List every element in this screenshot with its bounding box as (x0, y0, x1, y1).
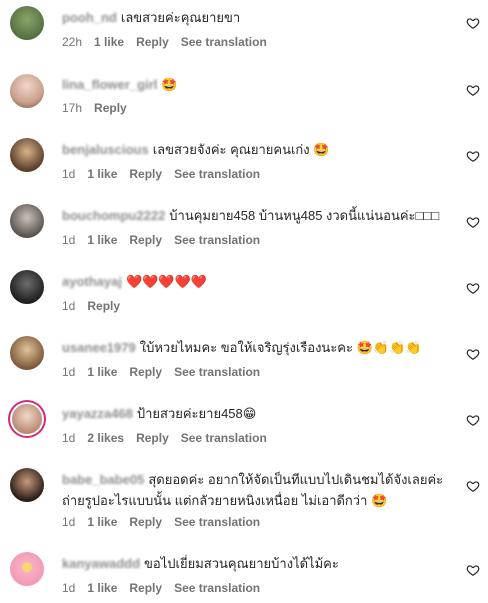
see-translation-link[interactable]: See translation (174, 233, 260, 247)
username[interactable]: benjaluscious (62, 142, 149, 157)
timestamp: 1d (62, 581, 76, 595)
timestamp: 17h (62, 101, 83, 115)
reply-button[interactable]: Reply (129, 515, 162, 529)
username[interactable]: kanyawaddd (62, 556, 140, 571)
comment-text: เลขสวยจังค่ะ คุณยายคนเก่ง 🤩 (152, 142, 330, 157)
avatar[interactable] (10, 138, 44, 172)
reply-button[interactable]: Reply (129, 167, 162, 181)
username[interactable]: usanee1979 (62, 340, 136, 355)
reply-button[interactable]: Reply (87, 299, 120, 313)
timestamp: 1d (62, 515, 76, 529)
username[interactable]: ayothayaj (62, 274, 122, 289)
username[interactable]: pooh_nd (62, 10, 117, 25)
timestamp: 1d (62, 365, 76, 379)
timestamp: 1d (62, 299, 76, 313)
comment-text: บ้านคุมยาย458 บ้านหนู485 งวดนี้แน่นอนค่ะ… (169, 208, 440, 223)
like-heart-icon[interactable] (466, 413, 480, 427)
see-translation-link[interactable]: See translation (174, 167, 260, 181)
see-translation-link[interactable]: See translation (174, 581, 260, 595)
see-translation-link[interactable]: See translation (181, 431, 267, 445)
avatar[interactable] (10, 6, 44, 40)
see-translation-link[interactable]: See translation (174, 365, 260, 379)
like-heart-icon[interactable] (466, 83, 480, 97)
see-translation-link[interactable]: See translation (174, 515, 260, 529)
avatar[interactable] (10, 552, 44, 586)
avatar[interactable] (10, 336, 44, 370)
avatar[interactable] (10, 270, 44, 304)
reply-button[interactable]: Reply (129, 581, 162, 595)
comment-text: เลขสวยค่ะคุณยายขา (120, 10, 241, 25)
like-heart-icon[interactable] (466, 16, 480, 30)
timestamp: 22h (62, 35, 83, 49)
username[interactable]: yayazza468 (62, 406, 133, 421)
comment-text: ป้ายสวยค่ะยาย458😁 (136, 406, 257, 421)
comment-text: ❤️❤️❤️❤️❤️ (125, 274, 207, 289)
likes-count[interactable]: 1 like (87, 515, 117, 529)
like-heart-icon[interactable] (466, 149, 480, 163)
see-translation-link[interactable]: See translation (181, 35, 267, 49)
comment-text: 🤩 (161, 77, 178, 92)
reply-button[interactable]: Reply (94, 101, 127, 115)
reply-button[interactable]: Reply (129, 365, 162, 379)
like-heart-icon[interactable] (466, 563, 480, 577)
reply-button[interactable]: Reply (129, 233, 162, 247)
avatar[interactable] (12, 404, 42, 434)
timestamp: 1d (62, 167, 76, 181)
username[interactable]: babe_babe05 (62, 472, 144, 487)
timestamp: 1d (62, 233, 76, 247)
likes-count[interactable]: 1 like (87, 365, 117, 379)
like-heart-icon[interactable] (466, 479, 480, 493)
comment-text: ขอไปเยี่ยมสวนคุณยายบ้างได้ไม้คะ (144, 556, 339, 571)
avatar[interactable] (10, 204, 44, 238)
likes-count[interactable]: 1 like (87, 581, 117, 595)
avatar[interactable] (10, 74, 44, 108)
username[interactable]: lina_flower_girl (62, 77, 157, 92)
likes-count[interactable]: 1 like (87, 233, 117, 247)
avatar[interactable] (10, 468, 44, 502)
username[interactable]: bouchompu2222 (62, 208, 165, 223)
likes-count[interactable]: 1 like (94, 35, 124, 49)
comment-text: ใบ้หวยไหมคะ ขอให้เจริญรุ่งเรืองนะคะ 🤩👏👏👏 (139, 340, 422, 355)
like-heart-icon[interactable] (466, 347, 480, 361)
reply-button[interactable]: Reply (136, 35, 169, 49)
likes-count[interactable]: 2 likes (87, 431, 124, 445)
timestamp: 1d (62, 431, 76, 445)
like-heart-icon[interactable] (466, 215, 480, 229)
likes-count[interactable]: 1 like (87, 167, 117, 181)
like-heart-icon[interactable] (466, 281, 480, 295)
reply-button[interactable]: Reply (136, 431, 169, 445)
